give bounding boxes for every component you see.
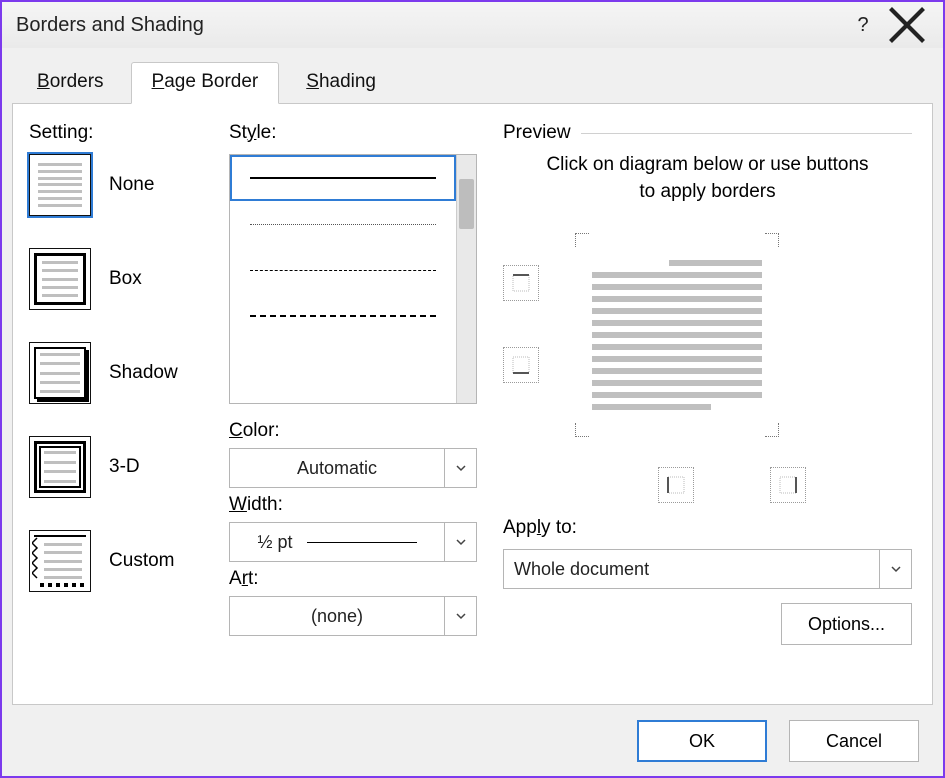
setting-custom-icon — [29, 530, 91, 592]
setting-box[interactable]: Box — [29, 248, 197, 310]
border-left-button[interactable] — [658, 467, 694, 503]
setting-none-label: None — [109, 174, 154, 196]
style-list[interactable] — [229, 154, 477, 404]
art-dropdown[interactable]: (none) — [229, 596, 477, 636]
cancel-button[interactable]: Cancel — [789, 720, 919, 762]
width-label: Width: — [229, 494, 477, 516]
setting-column: Setting: None Box — [13, 104, 213, 704]
dialog-borders-and-shading: Borders and Shading ? Borders Page Borde… — [0, 0, 945, 778]
setting-none[interactable]: None — [29, 154, 197, 216]
options-button[interactable]: Options... — [781, 603, 912, 645]
setting-shadow[interactable]: Shadow — [29, 342, 197, 404]
setting-3d-label: 3-D — [109, 456, 140, 478]
tab-borders[interactable]: Borders — [16, 62, 125, 104]
setting-3d-icon — [29, 436, 91, 498]
width-value: ½ pt — [257, 532, 292, 553]
style-item-dashed[interactable] — [230, 293, 456, 339]
preview-label: Preview — [503, 122, 912, 144]
art-value: (none) — [230, 606, 444, 627]
tabs: Borders Page Border Shading — [2, 48, 943, 104]
style-item-solid[interactable] — [230, 155, 456, 201]
tab-shading[interactable]: Shading — [285, 62, 397, 104]
style-item-dash-dot[interactable] — [230, 339, 456, 385]
setting-none-icon — [29, 154, 91, 216]
window-title: Borders and Shading — [16, 14, 204, 37]
apply-to-dropdown[interactable]: Whole document — [503, 549, 912, 589]
panel: Setting: None Box — [12, 103, 933, 705]
setting-box-icon — [29, 248, 91, 310]
width-dropdown[interactable]: ½ pt — [229, 522, 477, 562]
color-value: Automatic — [230, 458, 444, 479]
chevron-down-icon — [444, 597, 476, 635]
setting-box-label: Box — [109, 268, 142, 290]
chevron-down-icon — [444, 523, 476, 561]
setting-custom[interactable]: Custom — [29, 530, 197, 592]
tab-page-border[interactable]: Page Border — [131, 62, 280, 104]
art-label: Art: — [229, 568, 477, 590]
preview-column: Preview Click on diagram below or use bu… — [493, 104, 932, 704]
chevron-down-icon — [444, 449, 476, 487]
close-icon[interactable] — [885, 2, 929, 48]
apply-to-label: Apply to: — [503, 517, 912, 539]
ok-button[interactable]: OK — [637, 720, 767, 762]
setting-label: Setting: — [29, 122, 197, 144]
setting-shadow-icon — [29, 342, 91, 404]
setting-3d[interactable]: 3-D — [29, 436, 197, 498]
style-column: Style: Color: Automatic Wi — [213, 104, 493, 704]
help-icon[interactable]: ? — [841, 2, 885, 48]
setting-custom-label: Custom — [109, 550, 175, 572]
apply-to-value: Whole document — [504, 559, 879, 580]
style-label: Style: — [229, 122, 477, 144]
color-dropdown[interactable]: Automatic — [229, 448, 477, 488]
width-preview-line — [307, 542, 417, 543]
border-bottom-button[interactable] — [503, 347, 539, 383]
border-top-button[interactable] — [503, 265, 539, 301]
style-scrollbar[interactable] — [456, 155, 476, 403]
titlebar: Borders and Shading ? — [2, 2, 943, 48]
chevron-down-icon — [879, 550, 911, 588]
color-label: Color: — [229, 420, 477, 442]
setting-shadow-label: Shadow — [109, 362, 178, 384]
preview-diagram[interactable] — [557, 219, 797, 451]
style-item-thin[interactable] — [230, 201, 456, 247]
style-item-dashed-fine[interactable] — [230, 247, 456, 293]
dialog-footer: OK Cancel — [2, 706, 943, 776]
preview-hint: Click on diagram below or use buttons to… — [543, 152, 872, 205]
border-right-button[interactable] — [770, 467, 806, 503]
